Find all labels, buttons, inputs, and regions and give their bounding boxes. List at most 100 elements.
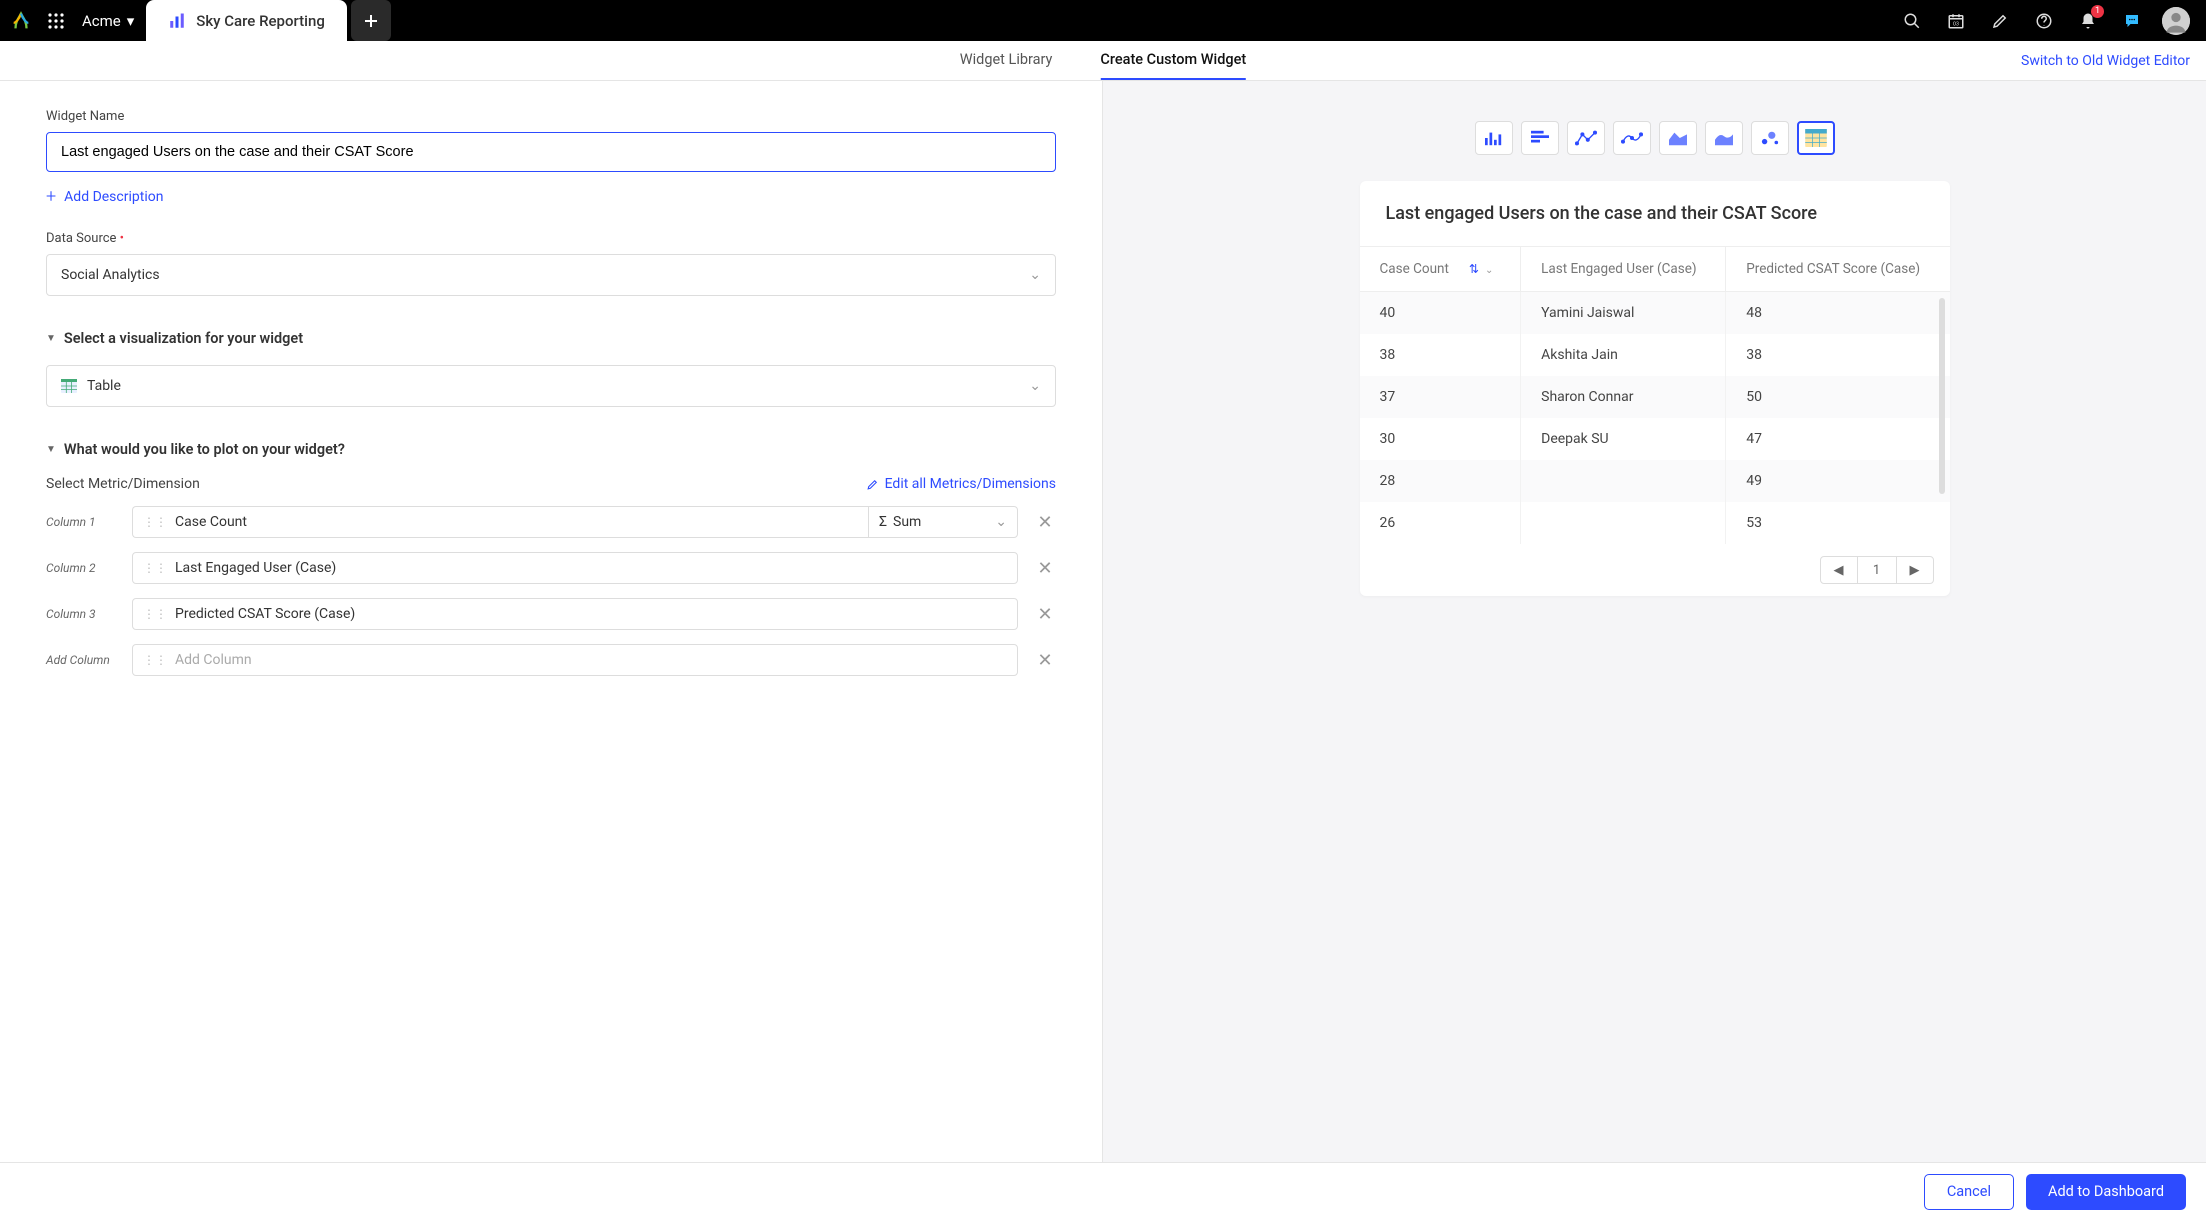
- column-label: Column 2: [46, 561, 116, 575]
- visualization-header-label: Select a visualization for your widget: [64, 330, 303, 347]
- help-icon[interactable]: [2030, 7, 2058, 35]
- topbar: Acme ▾ Sky Care Reporting 03 1: [0, 0, 2206, 41]
- drag-handle-icon[interactable]: ⋮⋮: [143, 653, 167, 667]
- table-header-user[interactable]: Last Engaged User (Case): [1521, 247, 1726, 292]
- app-logo[interactable]: [0, 0, 42, 41]
- chevron-down-icon: ⌄: [1029, 378, 1041, 394]
- chart-type-line[interactable]: [1567, 121, 1605, 155]
- cell-user: Akshita Jain: [1521, 334, 1726, 376]
- table-row: 30Deepak SU47: [1360, 418, 1950, 460]
- new-tab-button[interactable]: [351, 0, 391, 41]
- topbar-left: Acme ▾ Sky Care Reporting: [0, 0, 391, 41]
- column-2-input[interactable]: ⋮⋮ Last Engaged User (Case): [132, 552, 1018, 584]
- table-row: 37Sharon Connar50: [1360, 376, 1950, 418]
- column-1-input[interactable]: ⋮⋮ Case Count: [132, 506, 868, 538]
- calendar-icon[interactable]: 03: [1942, 7, 1970, 35]
- cell-csat: 50: [1726, 376, 1950, 418]
- pagination: ◀ 1 ▶: [1360, 544, 1950, 596]
- search-icon[interactable]: [1898, 7, 1926, 35]
- chevron-down-icon: ⌄: [1029, 267, 1041, 283]
- add-column-input[interactable]: ⋮⋮ Add Column: [132, 644, 1018, 676]
- plot-section-header[interactable]: ▼ What would you like to plot on your wi…: [46, 441, 1056, 458]
- column-label: Column 3: [46, 607, 116, 621]
- tab-create-custom-widget[interactable]: Create Custom Widget: [1100, 41, 1246, 80]
- notifications-icon[interactable]: 1: [2074, 7, 2102, 35]
- column-row-1: Column 1 ⋮⋮ Case Count Σ Sum ⌄ ✕: [46, 506, 1056, 538]
- chart-type-area-spline[interactable]: [1705, 121, 1743, 155]
- visualization-section-header[interactable]: ▼ Select a visualization for your widget: [46, 330, 1056, 347]
- edit-metrics-link[interactable]: Edit all Metrics/Dimensions: [866, 476, 1056, 492]
- tab-widget-library[interactable]: Widget Library: [960, 41, 1053, 80]
- column-3-input[interactable]: ⋮⋮ Predicted CSAT Score (Case): [132, 598, 1018, 630]
- column-row-3: Column 3 ⋮⋮ Predicted CSAT Score (Case) …: [46, 598, 1056, 630]
- chart-type-table[interactable]: [1797, 121, 1835, 155]
- data-source-label: Data Source: [46, 231, 1056, 246]
- chart-type-bar[interactable]: [1475, 121, 1513, 155]
- chart-type-bubble[interactable]: [1751, 121, 1789, 155]
- remove-column-icon[interactable]: ✕: [1034, 558, 1056, 579]
- cell-csat: 38: [1726, 334, 1950, 376]
- cancel-button[interactable]: Cancel: [1924, 1174, 2014, 1210]
- chevron-down-icon[interactable]: ⌄: [1485, 265, 1493, 276]
- widget-name-input[interactable]: [46, 132, 1056, 172]
- svg-text:03: 03: [1953, 21, 1959, 27]
- column-1-aggregation[interactable]: Σ Sum ⌄: [868, 506, 1018, 538]
- collapse-icon: ▼: [46, 333, 56, 344]
- preview-panel: Last engaged Users on the case and their…: [1103, 81, 2206, 1162]
- chevron-down-icon: ⌄: [995, 514, 1007, 530]
- edit-icon[interactable]: [1986, 7, 2014, 35]
- column-row-add: Add Column ⋮⋮ Add Column ✕: [46, 644, 1056, 676]
- widget-name-label: Widget Name: [46, 109, 1056, 124]
- data-source-select[interactable]: Social Analytics ⌄: [46, 254, 1056, 296]
- remove-column-icon[interactable]: ✕: [1034, 512, 1056, 533]
- cell-user: Sharon Connar: [1521, 376, 1726, 418]
- table-row: 28 49: [1360, 460, 1950, 502]
- user-avatar[interactable]: [2162, 7, 2190, 35]
- sort-desc-icon[interactable]: ⇅: [1469, 262, 1479, 276]
- active-tab[interactable]: Sky Care Reporting: [146, 0, 347, 41]
- cell-case-count: 38: [1360, 334, 1521, 376]
- visualization-select[interactable]: Table ⌄: [46, 365, 1056, 407]
- table-row: 40Yamini Jaiswal48: [1360, 292, 1950, 335]
- cell-csat: 47: [1726, 418, 1950, 460]
- apps-menu-icon[interactable]: [42, 0, 70, 41]
- switch-old-editor-link[interactable]: Switch to Old Widget Editor: [2021, 53, 2206, 69]
- drag-handle-icon[interactable]: ⋮⋮: [143, 607, 167, 621]
- chevron-down-icon: ▾: [127, 12, 135, 30]
- table-row: 38Akshita Jain38: [1360, 334, 1950, 376]
- cell-case-count: 28: [1360, 460, 1521, 502]
- chart-type-area[interactable]: [1659, 121, 1697, 155]
- table-header-csat[interactable]: Predicted CSAT Score (Case): [1726, 247, 1950, 292]
- column-2-value: Last Engaged User (Case): [175, 560, 336, 576]
- page-prev-button[interactable]: ◀: [1820, 556, 1858, 584]
- chart-type-hbar[interactable]: [1521, 121, 1559, 155]
- page-next-button[interactable]: ▶: [1896, 556, 1934, 584]
- scrollbar[interactable]: [1939, 298, 1945, 494]
- column-1-value: Case Count: [175, 514, 247, 530]
- sigma-icon: Σ: [879, 514, 887, 530]
- metrics-label: Select Metric/Dimension: [46, 476, 200, 492]
- pencil-icon: [866, 478, 879, 491]
- add-description-button[interactable]: + Add Description: [46, 186, 1056, 207]
- table-row: 2653: [1360, 502, 1950, 544]
- remove-column-icon[interactable]: ✕: [1034, 650, 1056, 671]
- cell-user: Deepak SU: [1521, 418, 1726, 460]
- table-header-case-count[interactable]: Case Count⇅⌄: [1360, 247, 1521, 292]
- cell-user: [1521, 460, 1726, 502]
- chart-icon: [168, 12, 186, 30]
- workspace-switcher[interactable]: Acme ▾: [70, 12, 146, 30]
- remove-column-icon[interactable]: ✕: [1034, 604, 1056, 625]
- cell-user: Yamini Jaiswal: [1521, 292, 1726, 335]
- column-3-value: Predicted CSAT Score (Case): [175, 606, 355, 622]
- drag-handle-icon[interactable]: ⋮⋮: [143, 515, 167, 529]
- topbar-right: 03 1: [1898, 7, 2206, 35]
- drag-handle-icon[interactable]: ⋮⋮: [143, 561, 167, 575]
- chat-icon[interactable]: [2118, 7, 2146, 35]
- chart-type-spline[interactable]: [1613, 121, 1651, 155]
- plus-icon: +: [46, 186, 56, 207]
- data-source-value: Social Analytics: [61, 267, 160, 283]
- add-to-dashboard-button[interactable]: Add to Dashboard: [2026, 1174, 2186, 1210]
- cell-csat: 49: [1726, 460, 1950, 502]
- preview-title: Last engaged Users on the case and their…: [1360, 181, 1950, 246]
- cell-csat: 53: [1726, 502, 1950, 544]
